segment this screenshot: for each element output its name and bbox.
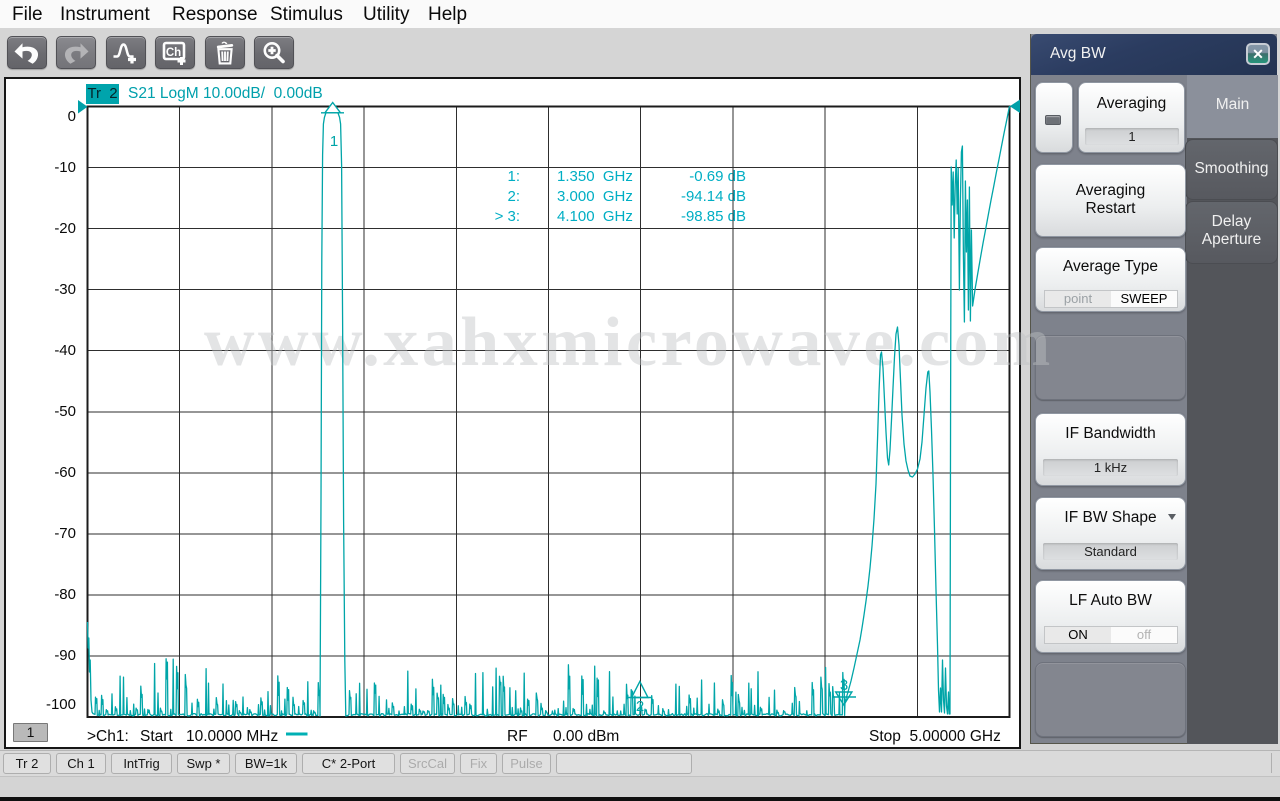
svg-text:Ch: Ch xyxy=(166,46,181,58)
